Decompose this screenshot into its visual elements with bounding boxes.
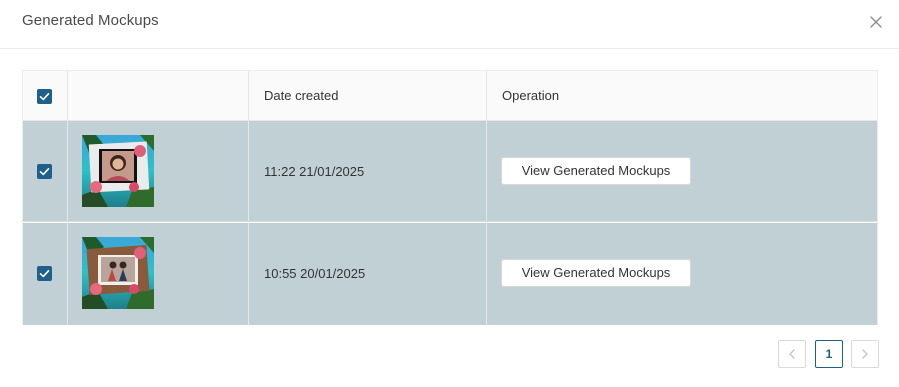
row-cell-select <box>23 223 68 325</box>
check-icon <box>39 168 50 176</box>
table-row: 11:22 21/01/2025 View Generated Mockups <box>23 121 877 222</box>
row-cell-date: 11:22 21/01/2025 <box>249 121 487 221</box>
select-all-checkbox[interactable] <box>37 89 52 104</box>
row-cell-select <box>23 121 68 221</box>
row-cell-preview <box>68 121 249 221</box>
modal-header: Generated Mockups <box>0 0 899 49</box>
view-generated-mockups-button[interactable]: View Generated Mockups <box>501 259 691 287</box>
generated-mockups-modal: Generated Mockups Date created Operation <box>0 0 899 387</box>
chevron-right-icon[interactable] <box>851 340 879 368</box>
date-created-value: 11:22 21/01/2025 <box>264 164 365 179</box>
date-created-value: 10:55 20/01/2025 <box>264 266 366 281</box>
table-row: 10:55 20/01/2025 View Generated Mockups <box>23 223 877 325</box>
mockups-table: Date created Operation 11:22 21/01/2025 … <box>22 70 878 325</box>
table-header: Date created Operation <box>23 71 877 121</box>
mockup-thumbnail[interactable] <box>82 135 154 207</box>
mockup-thumbnail[interactable] <box>82 237 154 309</box>
check-icon <box>39 93 50 101</box>
header-cell-preview <box>68 71 249 120</box>
header-cell-select <box>23 71 68 120</box>
view-generated-mockups-button[interactable]: View Generated Mockups <box>501 157 691 185</box>
chevron-left-icon[interactable] <box>778 340 806 368</box>
row-checkbox[interactable] <box>37 164 52 179</box>
row-cell-operation: View Generated Mockups <box>487 223 877 325</box>
column-header-operation: Operation <box>502 88 560 103</box>
row-cell-preview <box>68 223 249 325</box>
header-cell-operation: Operation <box>487 71 877 120</box>
header-cell-date: Date created <box>249 71 487 120</box>
modal-title: Generated Mockups <box>22 12 159 29</box>
check-icon <box>39 270 50 278</box>
row-checkbox[interactable] <box>37 266 52 281</box>
row-cell-date: 10:55 20/01/2025 <box>249 223 487 325</box>
column-header-date: Date created <box>264 88 339 103</box>
page-number-current[interactable]: 1 <box>815 340 843 368</box>
close-icon[interactable] <box>866 12 886 32</box>
row-cell-operation: View Generated Mockups <box>487 121 877 221</box>
